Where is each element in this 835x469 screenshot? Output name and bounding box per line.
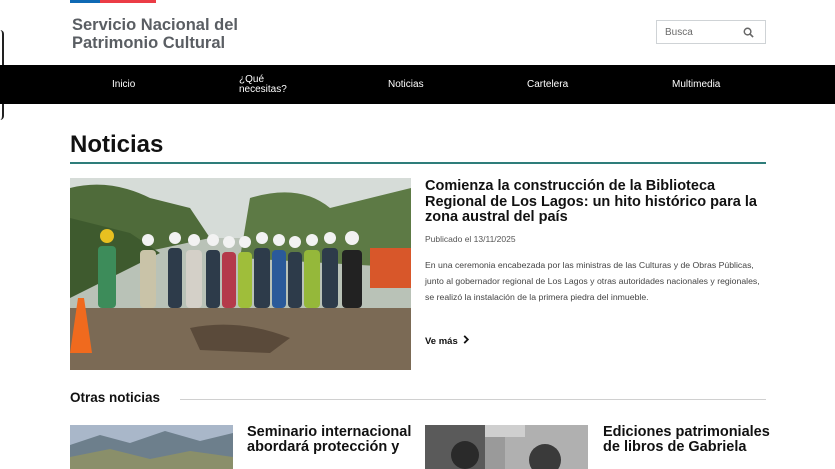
other-news-divider: [180, 399, 766, 400]
featured-news-title[interactable]: Comienza la construcción de la Bibliotec…: [425, 178, 770, 226]
nav-item-cartelera[interactable]: Cartelera: [527, 65, 568, 104]
news-card-title[interactable]: Ediciones patrimoniales de libros de Gab…: [603, 425, 773, 455]
search-box[interactable]: [656, 20, 766, 44]
other-news-heading: Otras noticias: [70, 390, 161, 405]
news-card-title[interactable]: Seminario internacional abordará protecc…: [247, 425, 417, 455]
nav-item-que-necesitas[interactable]: ¿Qué necesitas?: [239, 65, 291, 104]
news-card-image[interactable]: [425, 425, 588, 469]
title-divider: [70, 162, 766, 164]
gov-flag-stripe: [70, 0, 156, 3]
chevron-right-icon: [462, 335, 470, 347]
read-more-label: Ve más: [425, 335, 458, 347]
nav-item-noticias[interactable]: Noticias: [388, 65, 424, 104]
main-nav: Inicio ¿Qué necesitas? Noticias Carteler…: [0, 65, 835, 104]
nav-item-inicio[interactable]: Inicio: [112, 65, 135, 104]
featured-news-date: Publicado el 13/11/2025: [425, 234, 516, 244]
read-more-link[interactable]: Ve más: [425, 335, 470, 347]
site-logo-text[interactable]: Servicio Nacional del Patrimonio Cultura…: [72, 16, 272, 52]
search-input[interactable]: [657, 21, 737, 43]
featured-news-image[interactable]: [70, 178, 411, 370]
featured-news-summary: En una ceremonia encabezada por las mini…: [425, 260, 760, 302]
search-icon[interactable]: [737, 21, 759, 43]
page-title: Noticias: [70, 131, 164, 158]
nav-item-multimedia[interactable]: Multimedia: [672, 65, 720, 104]
news-card-image[interactable]: [70, 425, 233, 469]
